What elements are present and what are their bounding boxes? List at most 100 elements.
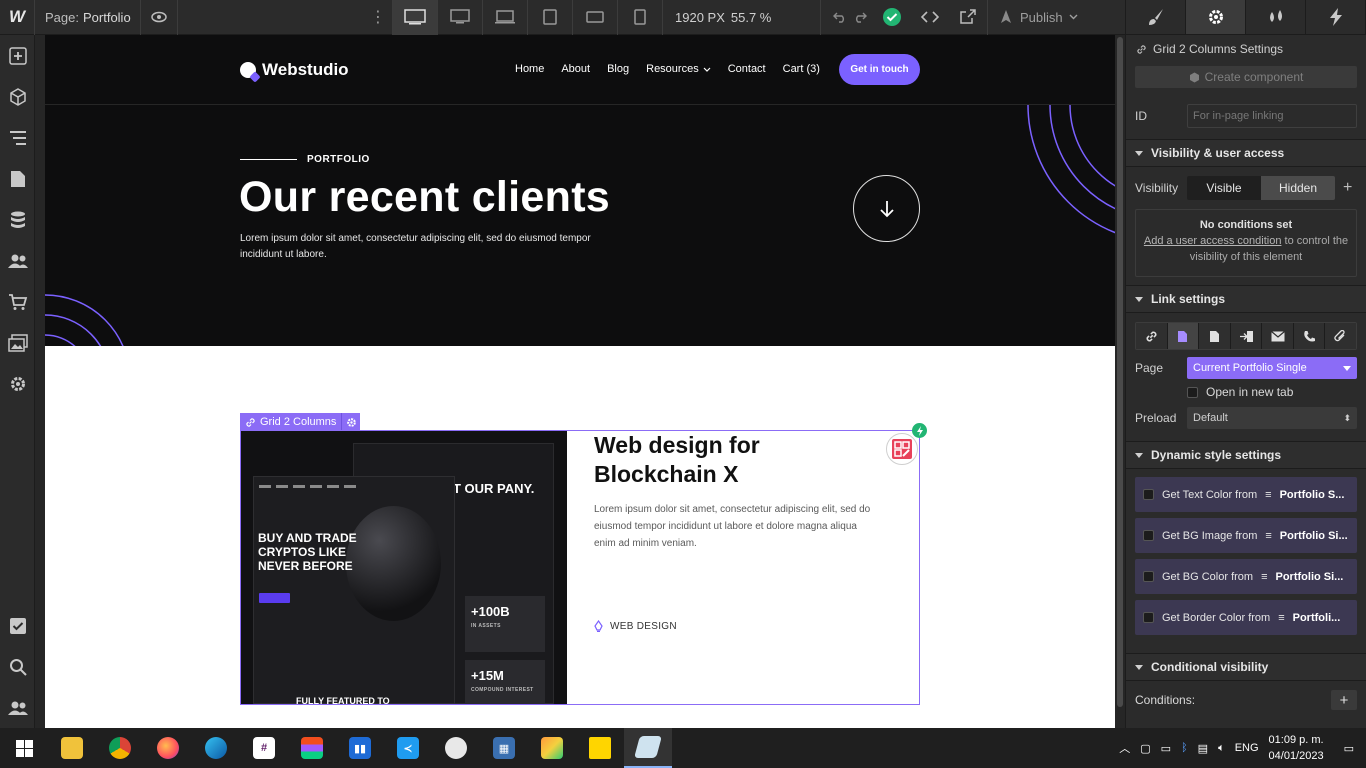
tab-settings-gear-icon[interactable] — [1186, 0, 1246, 34]
link-page-purple-icon[interactable] — [1167, 323, 1200, 349]
preload-select[interactable]: Default ⬍ — [1187, 407, 1357, 429]
dynamic-checkbox[interactable] — [1143, 530, 1154, 541]
id-input[interactable]: For in-page linking — [1187, 104, 1357, 128]
visible-option[interactable]: Visible — [1187, 176, 1261, 200]
scroll-down-button[interactable] — [853, 175, 920, 242]
assets-images-icon[interactable] — [0, 322, 35, 363]
tab-style-manager-drops-icon[interactable] — [1246, 0, 1306, 34]
firefox-icon[interactable] — [144, 728, 192, 768]
volume-icon[interactable]: 🔈︎ — [1218, 742, 1225, 755]
desktop-large-breakpoint-icon[interactable] — [392, 0, 437, 35]
more-options-icon[interactable]: ⋮ — [368, 7, 388, 27]
mobile-portrait-breakpoint-icon[interactable] — [617, 0, 662, 35]
dynamic-bg-image[interactable]: Get BG Image from ≡ Portfolio Si... — [1135, 518, 1357, 553]
chrome-icon[interactable] — [96, 728, 144, 768]
users-icon[interactable] — [0, 240, 35, 281]
nav-cart[interactable]: Cart (3) — [783, 63, 820, 75]
battery-icon[interactable]: ▭ — [1161, 742, 1171, 755]
visibility-section-header[interactable]: Visibility & user access — [1126, 139, 1366, 167]
desktop-breakpoint-icon[interactable] — [437, 0, 482, 35]
page-select[interactable]: Current Portfolio Single — [1187, 357, 1357, 379]
bluetooth-icon[interactable]: ᛒ — [1181, 742, 1188, 754]
3d-viewer-icon[interactable] — [528, 728, 576, 768]
paint-3d-icon[interactable] — [432, 728, 480, 768]
tab-interactions-lightning-icon[interactable] — [1306, 0, 1366, 34]
site-brand[interactable]: Webstudio — [240, 60, 349, 80]
canvas-scrollbar[interactable] — [1117, 37, 1123, 707]
audit-checklist-icon[interactable] — [0, 605, 35, 646]
sticky-notes-icon[interactable] — [576, 728, 624, 768]
vscode-icon[interactable]: ≺ — [384, 728, 432, 768]
code-icon[interactable] — [911, 0, 949, 35]
element-settings-gear-icon[interactable] — [342, 413, 360, 431]
cms-binding-badge[interactable] — [886, 433, 918, 465]
pages-icon[interactable] — [0, 158, 35, 199]
navigator-icon[interactable] — [0, 117, 35, 158]
file-explorer-icon[interactable] — [48, 728, 96, 768]
dynamic-checkbox[interactable] — [1143, 571, 1154, 582]
portfolio-section[interactable]: Grid 2 Columns T OUR PANY. BUY AND TRADE… — [45, 346, 1115, 728]
redo-icon[interactable] — [847, 0, 873, 35]
page-selector[interactable]: Page: Portfolio — [35, 10, 140, 25]
language-indicator[interactable]: ENG — [1235, 742, 1259, 754]
add-user-access-condition-link[interactable]: Add a user access condition — [1144, 235, 1282, 247]
tablet-breakpoint-icon[interactable] — [527, 0, 572, 35]
collaborators-icon[interactable] — [0, 687, 35, 728]
add-condition-button[interactable]: + — [1331, 690, 1357, 710]
link-settings-section-header[interactable]: Link settings — [1126, 285, 1366, 313]
ecommerce-cart-icon[interactable] — [0, 281, 35, 322]
slack-icon[interactable]: # — [240, 728, 288, 768]
link-page-icon[interactable] — [1199, 323, 1231, 349]
windows-start-icon[interactable] — [0, 728, 48, 768]
webflow-app-icon[interactable] — [624, 728, 672, 768]
add-panel-icon[interactable] — [0, 35, 35, 76]
dynamic-style-section-header[interactable]: Dynamic style settings — [1126, 441, 1366, 469]
create-component-button[interactable]: Create component — [1135, 66, 1357, 88]
tab-style-brush-icon[interactable] — [1126, 0, 1186, 34]
nav-blog[interactable]: Blog — [607, 63, 629, 75]
meet-now-icon[interactable]: ▢ — [1140, 742, 1150, 755]
hero-section[interactable]: PORTFOLIO Our recent clients Lorem ipsum… — [45, 105, 1115, 346]
cms-database-icon[interactable] — [0, 199, 35, 240]
export-icon[interactable] — [949, 0, 987, 35]
link-section-icon[interactable] — [1230, 323, 1263, 349]
dynamic-border-color[interactable]: Get Border Color from ≡ Portfoli... — [1135, 600, 1357, 635]
webflow-logo-icon[interactable]: W — [0, 0, 35, 35]
nav-contact[interactable]: Contact — [728, 63, 766, 75]
dynamic-checkbox[interactable] — [1143, 612, 1154, 623]
site-header[interactable]: Webstudio Home About Blog Resources Cont… — [45, 35, 1115, 105]
conditional-visibility-section-header[interactable]: Conditional visibility — [1126, 653, 1366, 681]
nav-about[interactable]: About — [561, 63, 590, 75]
preview-eye-icon[interactable] — [140, 0, 178, 35]
link-url-icon[interactable] — [1136, 323, 1168, 349]
link-attachment-icon[interactable] — [1325, 323, 1356, 349]
network-icon[interactable]: ▤ — [1198, 742, 1208, 755]
link-email-icon[interactable] — [1262, 323, 1294, 349]
link-phone-icon[interactable] — [1293, 323, 1326, 349]
dynamic-checkbox[interactable] — [1143, 489, 1154, 500]
design-canvas[interactable]: Webstudio Home About Blog Resources Cont… — [45, 35, 1115, 728]
search-icon[interactable] — [0, 646, 35, 687]
dynamic-bg-color[interactable]: Get BG Color from ≡ Portfolio Si... — [1135, 559, 1357, 594]
symbols-cube-icon[interactable] — [0, 76, 35, 117]
open-new-tab-checkbox[interactable] — [1187, 386, 1198, 398]
publish-button[interactable]: Publish — [987, 0, 1088, 35]
figma-icon[interactable] — [288, 728, 336, 768]
hidden-option[interactable]: Hidden — [1261, 176, 1335, 200]
add-condition-plus-icon[interactable]: + — [1343, 179, 1352, 197]
mobile-landscape-breakpoint-icon[interactable] — [572, 0, 617, 35]
notifications-icon[interactable]: ▭ — [1344, 742, 1354, 755]
nav-resources[interactable]: Resources — [646, 63, 711, 75]
laptop-breakpoint-icon[interactable] — [482, 0, 527, 35]
edge-icon[interactable] — [192, 728, 240, 768]
grid-2-columns[interactable]: T OUR PANY. BUY AND TRADE CRYPTOS LIKE N… — [240, 423, 927, 705]
dynamic-text-color[interactable]: Get Text Color from ≡ Portfolio S... — [1135, 477, 1357, 512]
get-in-touch-button[interactable]: Get in touch — [839, 54, 920, 85]
selected-element-tag[interactable]: Grid 2 Columns — [240, 413, 361, 431]
chevron-up-icon[interactable]: ︿ — [1119, 740, 1130, 756]
canvas-size-readout[interactable]: 1920 PX 55.7 % — [662, 0, 821, 35]
nav-home[interactable]: Home — [515, 63, 544, 75]
calculator-icon[interactable]: ▦ — [480, 728, 528, 768]
clock[interactable]: 01:09 p. m. 04/01/2023 — [1269, 732, 1324, 764]
settings-gear-icon[interactable] — [0, 363, 35, 404]
